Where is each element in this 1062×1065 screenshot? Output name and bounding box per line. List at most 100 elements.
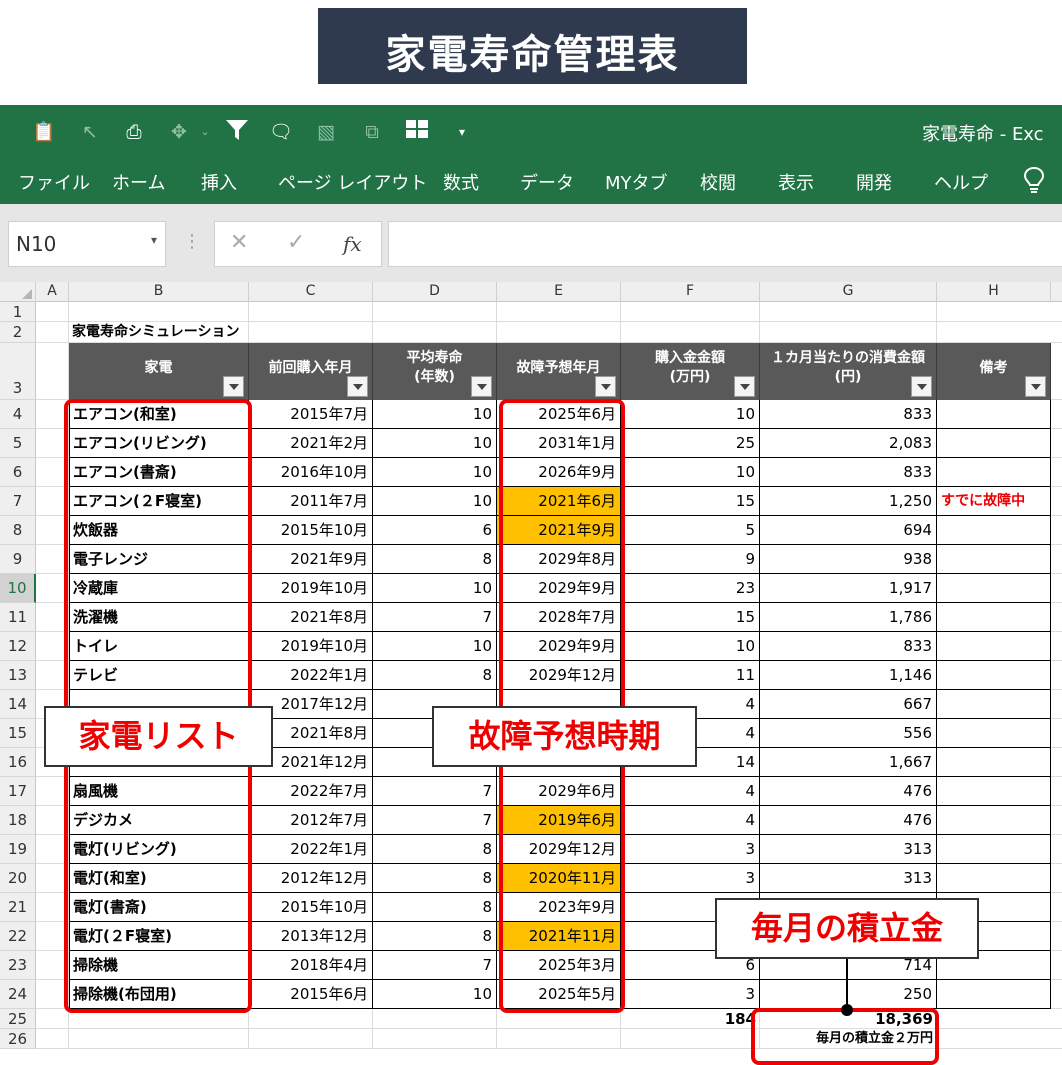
cell-last-purchase[interactable]: 2021年2月 [249,429,373,458]
cell-remarks[interactable] [937,835,1051,864]
cell-monthly-cost[interactable]: 1,146 [760,661,937,690]
cell-last-purchase[interactable]: 2013年12月 [249,922,373,951]
tab-formulas[interactable]: 数式 [443,169,479,195]
row-header-4[interactable]: 4 [0,400,36,429]
name-box[interactable]: N10 ▾ [8,221,166,267]
row-header-13[interactable]: 13 [0,661,36,690]
row-header-24[interactable]: 24 [0,980,36,1009]
tab-my-tab[interactable]: MYタブ [605,169,668,195]
cell-monthly-cost[interactable]: 476 [760,777,937,806]
comment-icon[interactable]: 🗨 [268,119,294,145]
cell-last-purchase[interactable]: 2012年7月 [249,806,373,835]
cell-monthly-cost[interactable]: 667 [760,690,937,719]
cell-avg-lifespan[interactable]: 8 [373,893,497,922]
cell-last-purchase[interactable]: 2015年10月 [249,893,373,922]
cell-avg-lifespan[interactable]: 8 [373,835,497,864]
cell-purchase-price[interactable]: 4 [621,777,760,806]
enter-icon[interactable]: ✓ [287,230,305,255]
cell-monthly-cost[interactable]: 476 [760,806,937,835]
cell-monthly-cost[interactable]: 313 [760,864,937,893]
insert-function-button[interactable]: fx [343,232,362,256]
cell-monthly-cost[interactable]: 1,667 [760,748,937,777]
row-header-16[interactable]: 16 [0,748,36,777]
cell-avg-lifespan[interactable]: 8 [373,922,497,951]
filter-dropdown-button[interactable] [734,376,755,397]
column-header-h[interactable]: H [937,282,1051,302]
cell-monthly-cost[interactable]: 1,917 [760,574,937,603]
cell-monthly-cost[interactable]: 1,786 [760,603,937,632]
row-header-7[interactable]: 7 [0,487,36,516]
cell-purchase-price[interactable]: 11 [621,661,760,690]
cell-remarks[interactable] [937,661,1051,690]
cell-avg-lifespan[interactable]: 10 [373,458,497,487]
tab-review[interactable]: 校閲 [700,169,736,195]
cell-last-purchase[interactable]: 2011年7月 [249,487,373,516]
clear-icon[interactable]: ⧉ [359,119,385,145]
row-header-26[interactable]: 26 [0,1029,36,1049]
cell-monthly-cost[interactable]: 833 [760,400,937,429]
tab-developer[interactable]: 開発 [856,169,892,195]
tab-data[interactable]: データ [520,169,574,195]
cell-monthly-cost[interactable]: 2,083 [760,429,937,458]
cell-avg-lifespan[interactable]: 10 [373,632,497,661]
cell-monthly-cost[interactable]: 694 [760,516,937,545]
filter-dropdown-button[interactable] [223,376,244,397]
cell-avg-lifespan[interactable]: 10 [373,980,497,1009]
cell-avg-lifespan[interactable]: 8 [373,864,497,893]
cell-last-purchase[interactable]: 2021年8月 [249,603,373,632]
cell-remarks[interactable]: すでに故障中 [937,487,1051,516]
column-header-a[interactable]: A [36,282,69,302]
cell-monthly-cost[interactable]: 938 [760,545,937,574]
cell-avg-lifespan[interactable]: 8 [373,661,497,690]
cell-avg-lifespan[interactable]: 7 [373,777,497,806]
cell-remarks[interactable] [937,429,1051,458]
cell-monthly-cost[interactable]: 313 [760,835,937,864]
cell-last-purchase[interactable]: 2022年1月 [249,835,373,864]
cell-monthly-cost[interactable]: 833 [760,458,937,487]
shapes-icon[interactable]: ▧ [313,119,339,145]
cell-remarks[interactable] [937,574,1051,603]
cell-last-purchase[interactable]: 2015年10月 [249,516,373,545]
row-header-17[interactable]: 17 [0,777,36,806]
row-header-19[interactable]: 19 [0,835,36,864]
cell-purchase-price[interactable]: 5 [621,516,760,545]
cell-purchase-price[interactable]: 23 [621,574,760,603]
column-header-d[interactable]: D [373,282,497,302]
row-header-25[interactable]: 25 [0,1009,36,1029]
tab-insert[interactable]: 挿入 [201,169,237,195]
cell-avg-lifespan[interactable]: 7 [373,806,497,835]
cell-monthly-cost[interactable]: 1,250 [760,487,937,516]
cell-remarks[interactable] [937,777,1051,806]
cell-last-purchase[interactable]: 2012年12月 [249,864,373,893]
cell-last-purchase[interactable]: 2021年9月 [249,545,373,574]
cell-remarks[interactable] [937,545,1051,574]
filter-dropdown-button[interactable] [1025,376,1046,397]
cell-last-purchase[interactable]: 2015年6月 [249,980,373,1009]
cell-purchase-price[interactable]: 9 [621,545,760,574]
cell-avg-lifespan[interactable]: 10 [373,574,497,603]
lightbulb-icon[interactable] [1022,166,1046,194]
row-header-21[interactable]: 21 [0,893,36,922]
cell-purchase-price[interactable]: 15 [621,603,760,632]
row-header-14[interactable]: 14 [0,690,36,719]
cell-avg-lifespan[interactable]: 7 [373,951,497,980]
row-header-18[interactable]: 18 [0,806,36,835]
row-header-10[interactable]: 10 [0,574,36,603]
cell-last-purchase[interactable]: 2022年1月 [249,661,373,690]
cell-purchase-price[interactable]: 10 [621,458,760,487]
cell-remarks[interactable] [937,864,1051,893]
row-header-5[interactable]: 5 [0,429,36,458]
more-icon[interactable]: ⋮ [183,231,201,252]
cell-last-purchase[interactable]: 2022年7月 [249,777,373,806]
tab-page-layout[interactable]: ページ レイアウト [278,169,427,195]
cell-remarks[interactable] [937,719,1051,748]
cell-remarks[interactable] [937,748,1051,777]
row-header-23[interactable]: 23 [0,951,36,980]
column-header-g[interactable]: G [760,282,937,302]
tab-home[interactable]: ホーム [112,169,165,195]
column-header-f[interactable]: F [621,282,760,302]
tab-view[interactable]: 表示 [778,169,814,195]
cell-avg-lifespan[interactable]: 10 [373,400,497,429]
formula-input[interactable] [388,221,1062,267]
cancel-icon[interactable]: ✕ [230,230,248,255]
